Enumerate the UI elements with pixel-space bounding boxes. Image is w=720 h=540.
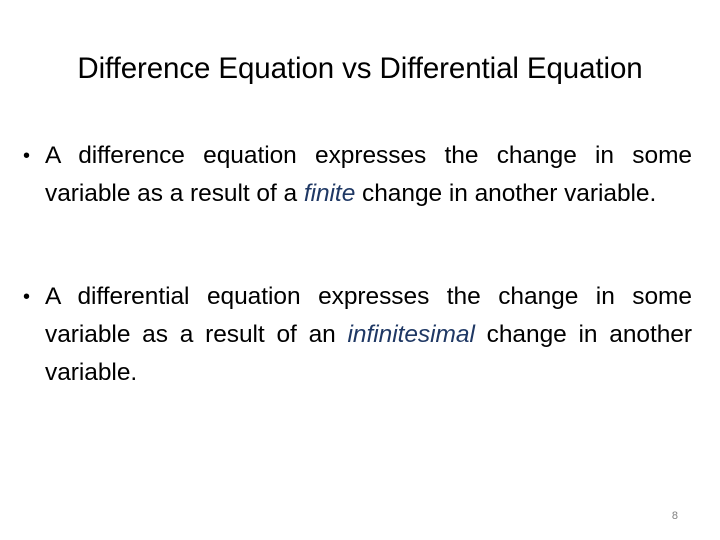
emphasis-term-infinitesimal: infinitesimal [347,321,475,348]
bullet-spacer [18,213,692,278]
emphasis-term-finite: finite [303,180,356,207]
list-item: • A difference equation expresses the ch… [18,137,692,213]
slide-canvas: Difference Equation vs Differential Equa… [0,0,720,540]
page-number: 8 [671,510,678,522]
list-item-text-trail: change in another variable. [355,180,657,207]
bullet-point-icon: • [23,286,30,308]
page-title: Difference Equation vs Differential Equa… [77,52,643,85]
bullet-point-icon: • [23,145,30,167]
list-item-text: A differential equation expresses the ch… [45,283,692,386]
slide-body: • A difference equation expresses the ch… [18,137,692,392]
list-item: • A differential equation expresses the … [18,278,692,392]
list-item-text: A difference equation expresses the chan… [45,142,692,207]
